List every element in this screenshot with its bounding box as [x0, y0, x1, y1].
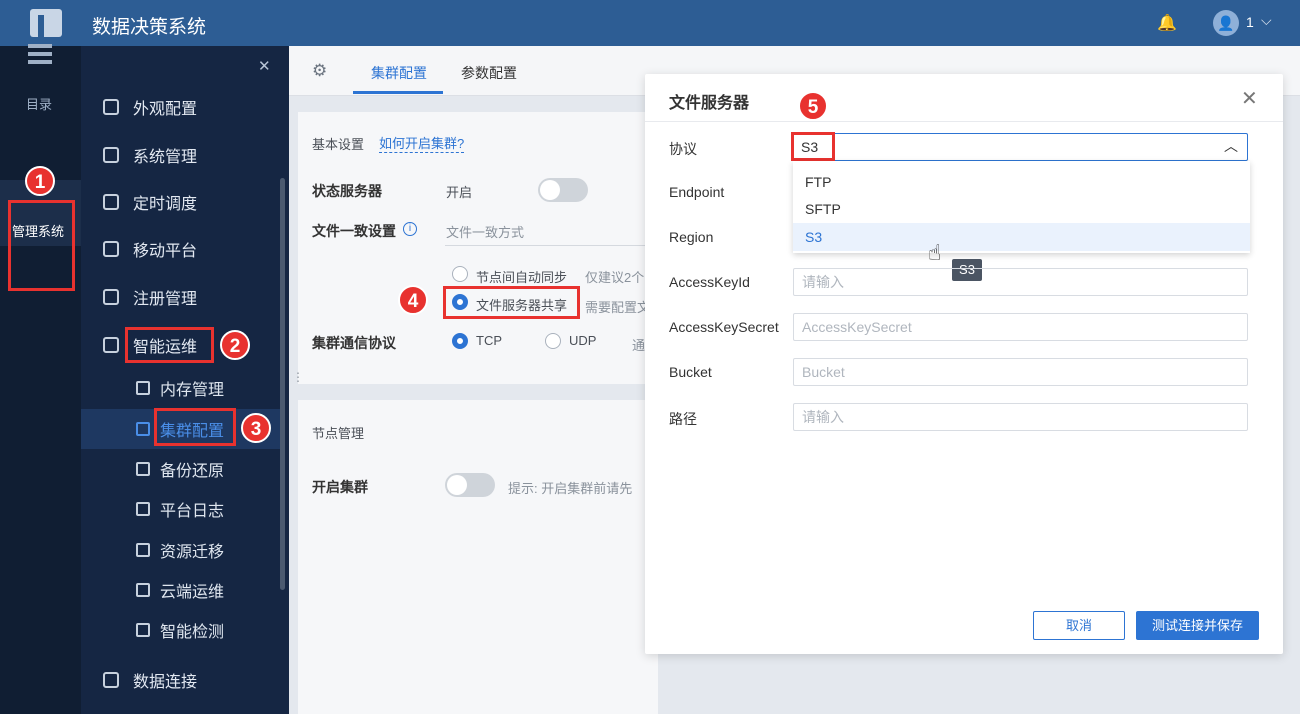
- endpoint-label: Endpoint: [669, 184, 725, 200]
- paint-roller-icon: [103, 99, 119, 115]
- link-icon: [103, 672, 119, 688]
- node-management-title: 节点管理: [312, 426, 365, 441]
- sidebar-item-system[interactable]: 系统管理: [103, 143, 197, 167]
- gear-icon: [103, 147, 119, 163]
- radio-auto-sync-hint: 仅建议2个: [585, 270, 645, 285]
- dialog-divider: [645, 121, 1283, 122]
- annotation-badge-2: 2: [220, 330, 250, 360]
- migrate-icon: [136, 543, 150, 557]
- sidebar-item-schedule[interactable]: 定时调度: [103, 190, 197, 214]
- settings-gear-icon[interactable]: ⚙: [312, 61, 327, 81]
- radio-tcp-label: TCP: [476, 333, 502, 348]
- path-label: 路径: [669, 411, 697, 427]
- enable-cluster-label: 开启集群: [312, 479, 368, 495]
- file-consistency-select[interactable]: 文件一致方式: [446, 222, 524, 241]
- radio-auto-sync[interactable]: [452, 266, 468, 282]
- rail-directory-label[interactable]: 目录: [26, 94, 52, 113]
- status-server-toggle[interactable]: [538, 178, 588, 202]
- node-management-card: [298, 400, 658, 714]
- annotation-badge-4: 4: [398, 285, 428, 315]
- sidebar-item-mobile[interactable]: 移动平台: [103, 237, 197, 261]
- access-key-id-input[interactable]: 请输入: [793, 268, 1248, 296]
- annotation-badge-3: 3: [241, 413, 271, 443]
- field-underline: [445, 245, 645, 246]
- test-and-save-button[interactable]: 测试连接并保存: [1136, 611, 1259, 640]
- path-input[interactable]: 请输入: [793, 403, 1248, 431]
- drag-handle[interactable]: ⋮: [292, 370, 304, 384]
- region-label: Region: [669, 229, 714, 245]
- dialog-title: 文件服务器: [669, 95, 750, 112]
- access-key-secret-label: AccessKeySecret: [669, 319, 779, 335]
- sidebar-item-data-connection[interactable]: 数据连接: [103, 668, 197, 692]
- annotation-badge-1: 1: [25, 166, 55, 196]
- radio-udp-label: UDP: [569, 333, 597, 348]
- highlight-box-3: [154, 408, 236, 446]
- protocol-field-label: 协议: [669, 141, 697, 157]
- tab-parameter-config[interactable]: 参数配置: [461, 63, 517, 83]
- annotation-badge-5: 5: [798, 91, 828, 121]
- tab-cluster-config[interactable]: 集群配置: [371, 63, 427, 83]
- file-consistency-label: 文件一致设置: [312, 223, 396, 239]
- tab-active-underline: [353, 91, 443, 94]
- enable-cluster-hint: 提示: 开启集群前请先: [508, 481, 633, 496]
- sidebar-scrollbar[interactable]: [280, 178, 285, 590]
- cancel-button[interactable]: 取消: [1033, 611, 1125, 640]
- highlight-box-1: [8, 200, 75, 291]
- close-icon[interactable]: ✕: [1241, 86, 1258, 111]
- log-icon: [136, 502, 150, 516]
- cloud-icon: [136, 583, 150, 597]
- mobile-icon: [103, 241, 119, 257]
- status-server-label: 状态服务器: [312, 183, 382, 199]
- list-icon[interactable]: [28, 44, 52, 64]
- highlight-box-4: [443, 286, 580, 319]
- enable-cluster-toggle[interactable]: [445, 473, 495, 497]
- radio-file-server-hint: 需要配置文: [585, 300, 651, 315]
- logo-icon: [30, 9, 62, 37]
- access-key-id-label: AccessKeyId: [669, 274, 750, 290]
- protocol-label: 集群通信协议: [312, 335, 396, 351]
- radio-tcp[interactable]: [452, 333, 468, 349]
- option-sftp[interactable]: SFTP: [793, 195, 1250, 223]
- cluster-icon: [136, 422, 150, 436]
- protocol-hint: 通: [632, 338, 646, 353]
- sidebar-sub-backup[interactable]: 备份还原: [136, 458, 224, 480]
- nav-rail: [0, 46, 81, 714]
- option-s3[interactable]: S3: [793, 223, 1250, 251]
- bell-icon[interactable]: 🔔: [1157, 13, 1177, 33]
- highlight-box-2: [125, 327, 214, 363]
- stopwatch-icon: [103, 194, 119, 210]
- app-title: 数据决策系统: [92, 17, 207, 38]
- status-server-value: 开启: [446, 185, 473, 200]
- protocol-select[interactable]: [793, 133, 1248, 161]
- pin-icon[interactable]: ✕: [258, 57, 271, 75]
- backup-icon: [136, 462, 150, 476]
- sidebar-sub-migrate[interactable]: 资源迁移: [136, 539, 224, 561]
- avatar[interactable]: 👤: [1213, 10, 1239, 36]
- nodes-icon: [103, 337, 119, 353]
- radio-udp[interactable]: [545, 333, 561, 349]
- monitor-icon: [136, 623, 150, 637]
- user-name[interactable]: 1: [1246, 14, 1254, 30]
- info-icon[interactable]: i: [403, 222, 417, 236]
- bucket-input[interactable]: Bucket: [793, 358, 1248, 386]
- sidebar-sub-memory[interactable]: 内存管理: [136, 377, 224, 399]
- sidebar-item-appearance[interactable]: 外观配置: [103, 95, 197, 119]
- chevron-up-icon[interactable]: ︿: [1224, 136, 1238, 156]
- register-icon: [103, 289, 119, 305]
- radio-auto-sync-label: 节点间自动同步: [476, 270, 568, 285]
- access-key-secret-input[interactable]: AccessKeySecret: [793, 313, 1248, 341]
- highlight-box-5: [791, 132, 835, 161]
- basic-settings-title: 基本设置: [312, 137, 365, 152]
- option-ftp[interactable]: FTP: [793, 168, 1250, 196]
- memory-icon: [136, 381, 150, 395]
- hand-cursor-icon: ☝: [928, 240, 942, 265]
- sidebar-item-register[interactable]: 注册管理: [103, 285, 197, 309]
- sidebar-sub-cloud[interactable]: 云端运维: [136, 579, 224, 601]
- chevron-down-icon[interactable]: ⌵: [1261, 12, 1272, 29]
- sidebar-sub-log[interactable]: 平台日志: [136, 498, 224, 520]
- sidebar-sub-monitor[interactable]: 智能检测: [136, 619, 224, 641]
- help-link[interactable]: 如何开启集群?: [379, 133, 465, 153]
- bucket-label: Bucket: [669, 364, 712, 380]
